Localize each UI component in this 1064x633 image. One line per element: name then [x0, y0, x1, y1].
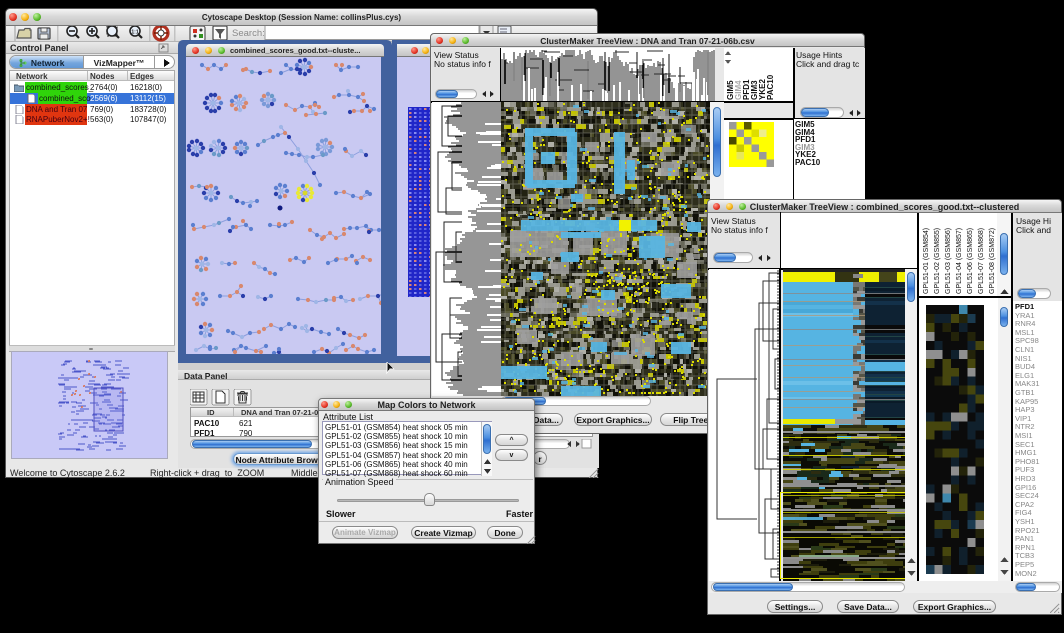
svg-text:1:1: 1:1 — [131, 30, 138, 36]
svg-text:Search:: Search: — [232, 28, 265, 39]
